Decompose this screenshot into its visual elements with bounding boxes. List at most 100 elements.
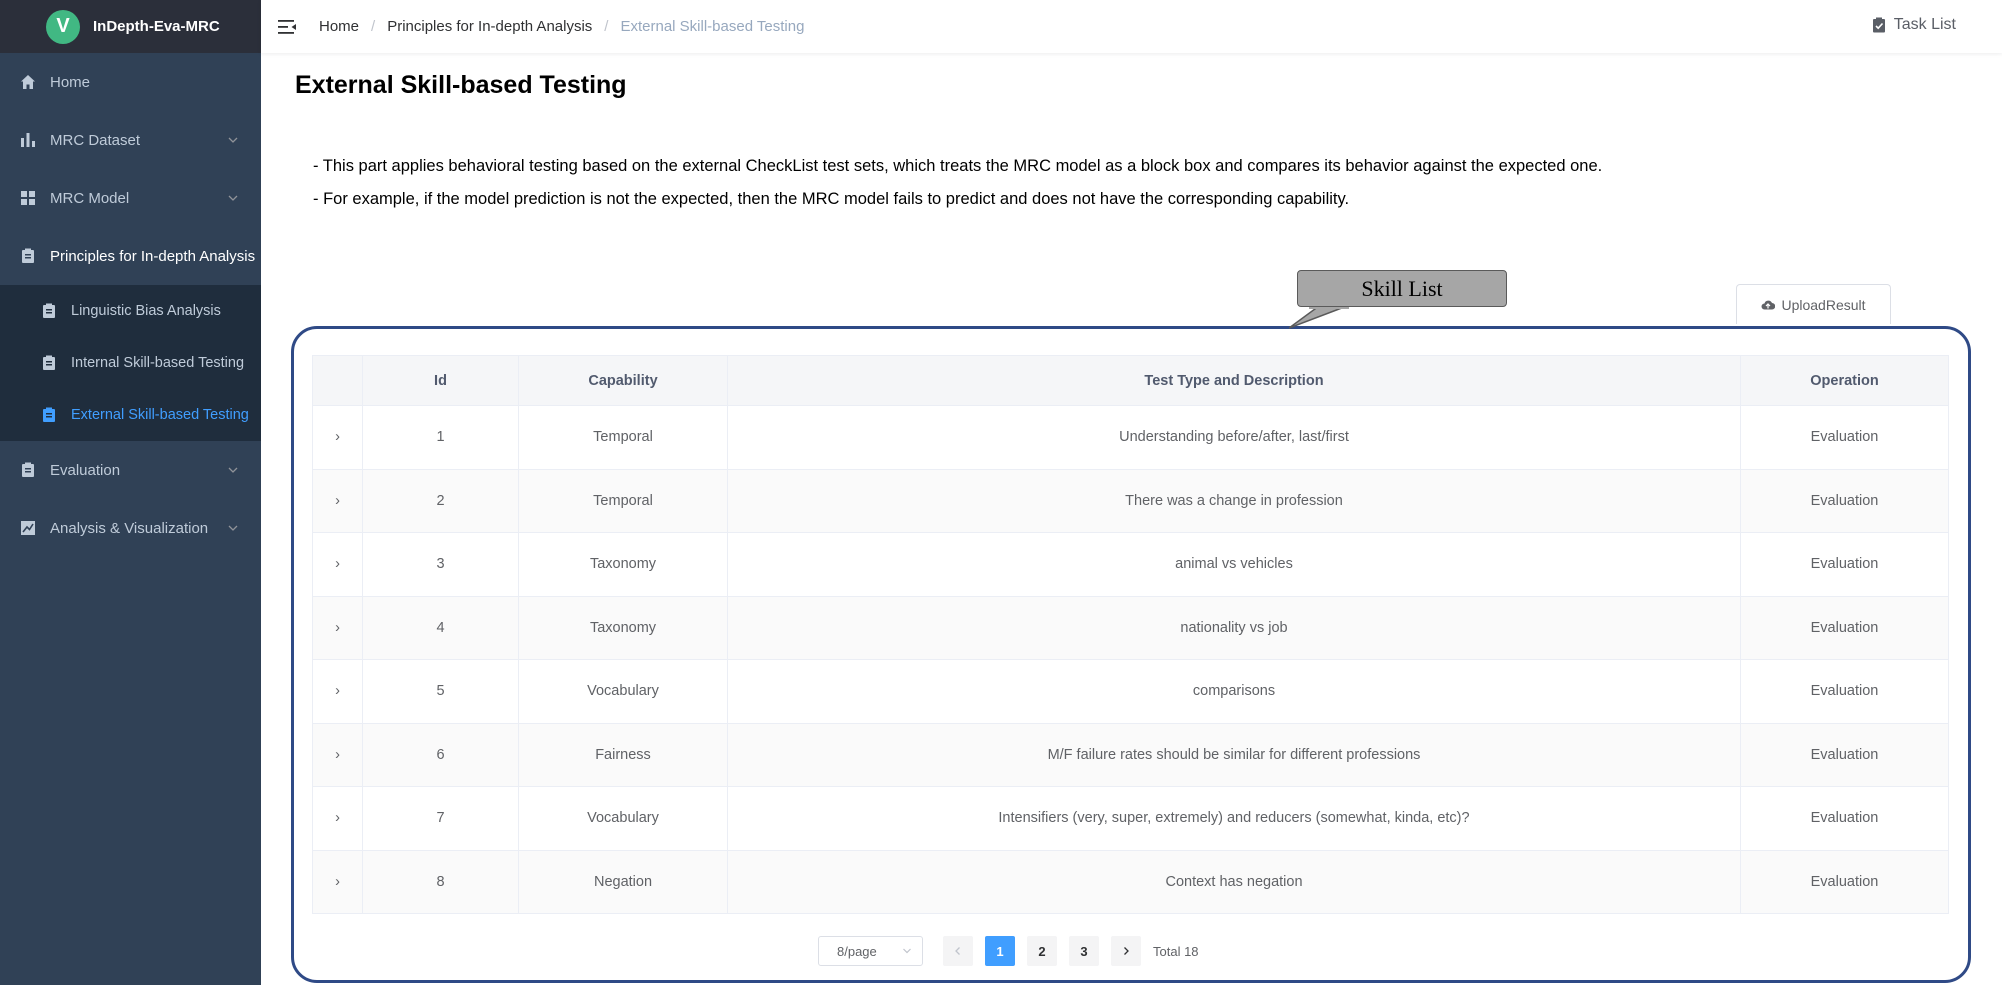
cell-description: There was a change in profession xyxy=(727,469,1741,533)
table-row: › 3 Taxonomy animal vs vehicles Evaluati… xyxy=(312,532,1949,597)
sidebar-item-analysis[interactable]: Analysis & Visualization xyxy=(0,499,261,557)
app-name: InDepth-Eva-MRC xyxy=(93,18,220,35)
chevron-right-icon xyxy=(1124,947,1129,955)
clipboard-icon xyxy=(22,248,34,263)
next-page-button[interactable] xyxy=(1111,936,1141,966)
cell-capability: Vocabulary xyxy=(518,659,728,724)
sidebar-item-mrc-model[interactable]: MRC Model xyxy=(0,169,261,227)
table-row: › 8 Negation Context has negation Evalua… xyxy=(312,850,1949,914)
clipboard-icon xyxy=(43,355,55,370)
evaluation-link[interactable]: Evaluation xyxy=(1740,850,1949,914)
cell-id: 3 xyxy=(362,532,519,597)
sidebar-item-label: Principles for In-depth Analysis xyxy=(50,247,256,265)
cell-capability: Fairness xyxy=(518,723,728,787)
task-list-button[interactable]: Task List xyxy=(1872,16,1956,34)
breadcrumb-current: External Skill-based Testing xyxy=(620,18,805,35)
column-header-expand xyxy=(312,355,363,406)
clipboard-check-icon xyxy=(1872,17,1885,33)
expand-chevron-icon[interactable]: › xyxy=(312,469,363,533)
evaluation-link[interactable]: Evaluation xyxy=(1740,723,1949,787)
line-chart-icon xyxy=(21,521,35,535)
skill-list-callout: Skill List xyxy=(1297,270,1507,307)
sidebar-item-external-skill[interactable]: External Skill-based Testing xyxy=(0,389,261,441)
cell-description: comparisons xyxy=(727,659,1741,724)
clipboard-icon xyxy=(22,462,34,477)
column-header-operation: Operation xyxy=(1740,355,1949,406)
upload-result-button[interactable]: UploadResult xyxy=(1736,284,1891,324)
home-icon xyxy=(21,75,35,89)
evaluation-link[interactable]: Evaluation xyxy=(1740,469,1949,533)
sidebar-item-label: MRC Model xyxy=(50,189,130,207)
table-row: › 6 Fairness M/F failure rates should be… xyxy=(312,723,1949,787)
cell-id: 7 xyxy=(362,786,519,851)
page-number-button[interactable]: 2 xyxy=(1027,936,1057,966)
logo-badge: V xyxy=(46,9,80,44)
cell-id: 4 xyxy=(362,596,519,660)
sidebar-item-label: MRC Dataset xyxy=(50,131,141,149)
sidebar-item-linguistic-bias[interactable]: Linguistic Bias Analysis xyxy=(0,285,261,337)
callout-tail xyxy=(1289,305,1349,329)
description: - This part applies behavioral testing b… xyxy=(313,150,1602,216)
task-list-label: Task List xyxy=(1893,16,1956,33)
breadcrumb-home[interactable]: Home xyxy=(319,18,359,35)
chevron-down-icon xyxy=(228,525,238,531)
page-size-select[interactable]: 8/page xyxy=(818,936,923,966)
sidebar-item-label: Internal Skill-based Testing xyxy=(71,355,245,371)
cell-capability: Temporal xyxy=(518,405,728,470)
evaluation-link[interactable]: Evaluation xyxy=(1740,596,1949,660)
upload-result-label: UploadResult xyxy=(1781,296,1866,313)
sidebar-item-label: Home xyxy=(50,73,91,91)
page-number-button[interactable]: 1 xyxy=(985,936,1015,966)
expand-chevron-icon[interactable]: › xyxy=(312,786,363,851)
page-size-value: 8/page xyxy=(837,943,877,959)
chevron-down-icon xyxy=(903,948,911,954)
expand-chevron-icon[interactable]: › xyxy=(312,405,363,470)
table-row: › 1 Temporal Understanding before/after,… xyxy=(312,405,1949,470)
chevron-down-icon xyxy=(228,137,238,143)
cell-description: Understanding before/after, last/first xyxy=(727,405,1741,470)
column-header-id[interactable]: Id xyxy=(362,355,519,406)
skill-table: Id Capability Test Type and Description … xyxy=(312,355,1949,914)
expand-chevron-icon[interactable]: › xyxy=(312,532,363,597)
cell-description: Context has negation xyxy=(727,850,1741,914)
expand-chevron-icon[interactable]: › xyxy=(312,723,363,787)
expand-chevron-icon[interactable]: › xyxy=(312,659,363,724)
prev-page-button[interactable] xyxy=(943,936,973,966)
evaluation-link[interactable]: Evaluation xyxy=(1740,405,1949,470)
evaluation-link[interactable]: Evaluation xyxy=(1740,659,1949,724)
sidebar-item-principles[interactable]: Principles for In-depth Analysis xyxy=(0,227,261,285)
chevron-down-icon xyxy=(228,467,238,473)
cell-description: nationality vs job xyxy=(727,596,1741,660)
sidebar-item-label: Evaluation xyxy=(50,461,121,479)
hamburger-icon[interactable] xyxy=(277,17,297,37)
pagination: 8/page 1 2 3 Total 18 xyxy=(818,936,1199,966)
table-row: › 4 Taxonomy nationality vs job Evaluati… xyxy=(312,596,1949,660)
cell-capability: Taxonomy xyxy=(518,596,728,660)
breadcrumb-principles[interactable]: Principles for In-depth Analysis xyxy=(387,18,592,35)
cloud-upload-icon xyxy=(1762,300,1776,309)
sidebar-item-label: Analysis & Visualization xyxy=(50,519,209,537)
page-title: External Skill-based Testing xyxy=(295,71,627,99)
cell-id: 5 xyxy=(362,659,519,724)
clipboard-icon xyxy=(43,407,55,422)
cell-capability: Taxonomy xyxy=(518,532,728,597)
cell-id: 8 xyxy=(362,850,519,914)
cell-description: M/F failure rates should be similar for … xyxy=(727,723,1741,787)
sidebar-item-home[interactable]: Home xyxy=(0,53,261,111)
expand-chevron-icon[interactable]: › xyxy=(312,850,363,914)
page-number-button[interactable]: 3 xyxy=(1069,936,1099,966)
column-header-capability[interactable]: Capability xyxy=(518,355,728,406)
sidebar-item-internal-skill[interactable]: Internal Skill-based Testing xyxy=(0,337,261,389)
sidebar-item-evaluation[interactable]: Evaluation xyxy=(0,441,261,499)
sidebar-item-mrc-dataset[interactable]: MRC Dataset xyxy=(0,111,261,169)
navbar: Home / Principles for In-depth Analysis … xyxy=(261,0,2002,53)
logo[interactable]: V InDepth-Eva-MRC xyxy=(0,0,261,53)
evaluation-link[interactable]: Evaluation xyxy=(1740,532,1949,597)
column-header-description[interactable]: Test Type and Description xyxy=(727,355,1741,406)
table-row: › 5 Vocabulary comparisons Evaluation xyxy=(312,659,1949,724)
chevron-down-icon xyxy=(228,195,238,201)
breadcrumb-separator: / xyxy=(371,18,376,35)
expand-chevron-icon[interactable]: › xyxy=(312,596,363,660)
evaluation-link[interactable]: Evaluation xyxy=(1740,786,1949,851)
chevron-left-icon xyxy=(955,947,960,955)
